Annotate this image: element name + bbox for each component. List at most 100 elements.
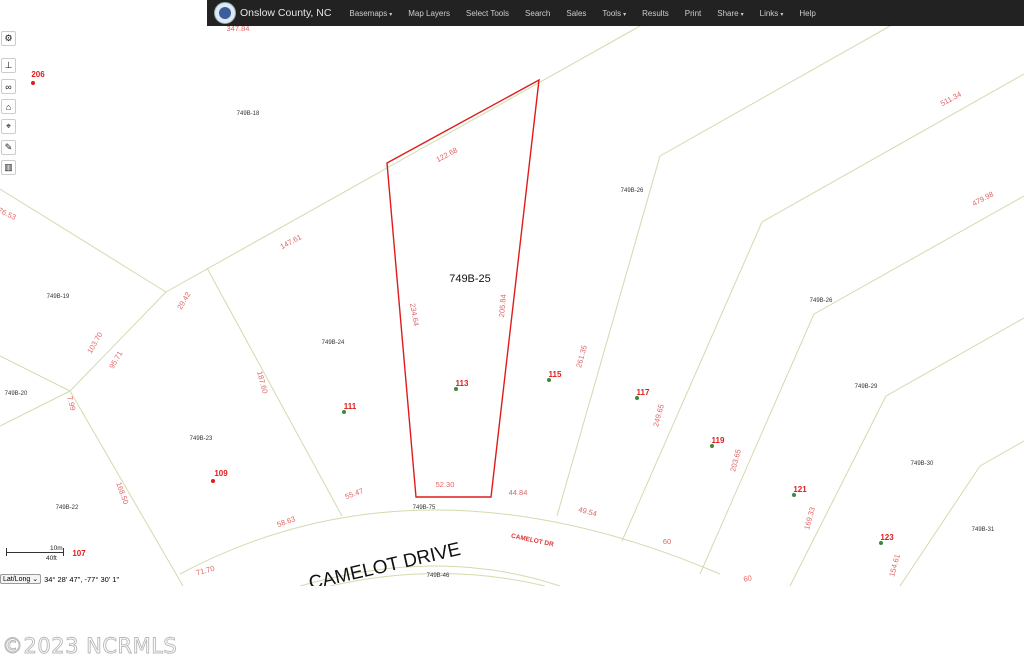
lot-line [813,195,1024,315]
caret-down-icon: ▾ [780,11,784,18]
top-navbar: Onslow County, NC Basemaps ▾ Map Layers Sel… [207,0,1024,26]
address-label: 113 [456,379,469,388]
dimension-label: 147.61 [279,232,303,251]
dimension-label: 203.65 [728,448,743,473]
selected-parcel-label: 749B-25 [449,273,491,285]
parcel-id-label: 749B-23 [190,436,213,442]
dimension-label: 52.30 [436,480,455,489]
coordinate-readout: Lat/Long ⌄ 34° 28' 47", -77° 30' 1" [0,574,119,584]
lot-line [556,155,661,517]
watermark: ©2023 NCRMLS [2,634,178,658]
dimension-label: 60 [743,573,753,583]
dimension-label: 76.53 [0,206,17,222]
dimension-label: 347.84 [227,26,250,33]
parcel-id-label: 749B-31 [972,527,995,533]
lot-line [206,267,343,517]
parcel-id-label: 749B-18 [237,111,260,117]
measure-icon[interactable]: ⊥ [1,58,16,73]
map-canvas[interactable]: 749B-18 749B-19 749B-20 749B-22 749B-23 749B-… [0,26,1024,586]
address-label: 107 [72,549,86,558]
lot-line [659,26,891,157]
nav-links[interactable]: Links ▾ [752,9,792,18]
address-point[interactable] [31,81,35,85]
nav-sales[interactable]: Sales [558,9,594,18]
trash-icon[interactable]: ▥ [1,160,16,175]
dimension-label: 103.70 [85,331,104,355]
lot-line [165,26,641,293]
address-label: 117 [637,388,650,397]
dimension-label: 234.64 [408,302,421,326]
dimension-label: 205.84 [497,294,508,318]
brand-title[interactable]: Onslow County, NC [240,7,331,19]
coordinate-mode-select[interactable]: Lat/Long ⌄ [0,574,42,584]
nav-menu: Basemaps ▾ Map Layers Select Tools Search Sal… [341,9,823,18]
nav-help[interactable]: Help [791,9,823,18]
address-label: 206 [31,70,45,79]
nav-basemaps[interactable]: Basemaps ▾ [341,9,400,18]
lot-line [979,440,1024,467]
dimension-label: 168.50 [114,481,130,506]
dimension-label: 95.71 [107,349,124,370]
lot-line [0,188,167,293]
parcel-id-label: 749B-29 [855,384,878,390]
address-label: 111 [344,402,357,411]
settings-icon[interactable]: ⚙ [1,31,16,46]
dimension-label: 29.42 [175,290,192,311]
nav-tools[interactable]: Tools ▾ [594,9,634,18]
dimension-label: 7.99 [65,395,77,411]
lot-line [885,317,1024,397]
coordinate-value: 34° 28' 47", -77° 30' 1" [44,574,120,584]
parcel-id-label: 749B-75 [413,505,436,511]
lot-line [899,465,981,586]
dimension-label: 55.47 [344,486,365,501]
dimension-label: 154.61 [887,553,902,578]
nav-print[interactable]: Print [677,9,709,18]
county-seal-icon[interactable] [214,2,236,24]
dimension-label: 60 [663,537,671,546]
parcel-id-label: 749B-19 [47,294,70,300]
dimension-label: 58.63 [276,514,297,529]
nav-map-layers[interactable]: Map Layers [400,9,458,18]
parcel-id-label: 749B-22 [56,505,79,511]
binoculars-icon[interactable]: ∞ [1,79,16,94]
dimension-label: 71.70 [195,564,215,578]
parcel-id-label: 749B-24 [322,340,345,346]
address-label: 123 [880,533,894,542]
dimension-label: 511.34 [939,90,963,108]
parcel-map[interactable]: 749B-18 749B-19 749B-20 749B-22 749B-23 749B-… [0,26,1024,586]
dimension-label: 122.68 [435,145,459,164]
address-label: 119 [712,436,725,445]
nav-results[interactable]: Results [634,9,677,18]
parcel-id-label: 749B-26 [621,188,644,194]
lot-line [69,291,167,392]
parcel-id-label: 749B-20 [5,391,28,397]
dimension-label: 169.33 [802,506,817,531]
address-label: 115 [549,370,562,379]
address-label: 109 [214,469,228,478]
address-label: 121 [793,485,807,494]
eraser-icon[interactable]: ✎ [1,140,16,155]
scale-bar: 10m 40ft [6,545,66,566]
nav-share[interactable]: Share ▾ [709,9,751,18]
dimension-label: 249.65 [651,403,666,428]
selected-parcel-outline [386,78,540,498]
parcel-id-label: 749B-46 [427,573,450,579]
caret-down-icon: ▾ [389,11,393,18]
street-name-label-small: CAMELOT DR [510,533,554,549]
scale-metric: 10m [50,545,63,552]
address-point[interactable] [211,479,215,483]
lot-line [69,390,184,586]
nav-search[interactable]: Search [517,9,558,18]
dimension-label: 49.54 [577,505,597,519]
home-icon[interactable]: ⌂ [1,99,16,114]
location-pin-icon[interactable]: ⌖ [1,119,16,134]
dimension-label: 187.60 [255,370,270,395]
lot-line [0,355,71,392]
dimension-label: 44.84 [509,488,528,497]
caret-down-icon: ▾ [623,11,627,18]
scale-imperial: 40ft [46,555,57,562]
nav-select-tools[interactable]: Select Tools [458,9,517,18]
parcel-id-label: 749B-30 [911,461,934,467]
lot-line [621,221,763,542]
dimension-label: 261.35 [574,344,589,369]
